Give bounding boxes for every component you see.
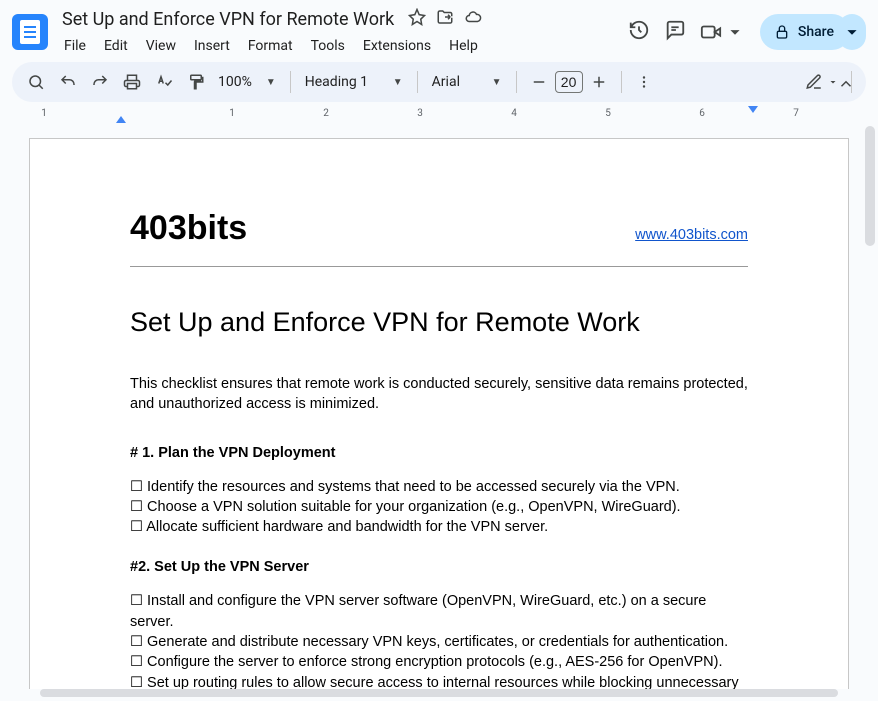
menu-help[interactable]: Help [441, 34, 486, 58]
comments-icon[interactable] [664, 19, 686, 45]
increase-font-icon[interactable] [585, 68, 613, 96]
ruler-mark: 1 [41, 108, 47, 119]
share-button[interactable]: Share [760, 14, 850, 50]
document-scroll-area[interactable]: 403bits www.403bits.com Set Up and Enfor… [0, 126, 878, 689]
ruler-mark: 4 [511, 108, 517, 119]
docs-logo-icon[interactable] [12, 14, 48, 50]
horizontal-rule [130, 266, 748, 267]
move-icon[interactable] [436, 8, 454, 30]
checklist-item: Identify the resources and systems that … [130, 477, 748, 497]
paragraph-style-select[interactable]: Heading 1 [299, 74, 383, 90]
horizontal-scrollbar[interactable] [40, 689, 838, 697]
print-icon[interactable] [118, 68, 146, 96]
menu-tools[interactable]: Tools [303, 34, 353, 58]
checklist-item: Allocate sufficient hardware and bandwid… [130, 517, 748, 537]
share-dropdown[interactable] [838, 14, 866, 50]
title-actions [408, 8, 482, 30]
spellcheck-icon[interactable] [150, 68, 178, 96]
chevron-down-icon[interactable]: ▼ [387, 77, 409, 88]
toolbar: 100% ▼ Heading 1 ▼ Arial ▼ [12, 62, 866, 102]
intro-paragraph: This checklist ensures that remote work … [130, 374, 748, 415]
left-indent-marker[interactable] [116, 116, 126, 123]
zoom-select[interactable]: 100% [214, 74, 256, 90]
share-label: Share [798, 24, 834, 40]
ruler-mark: 3 [417, 108, 423, 119]
chevron-down-icon[interactable]: ▼ [486, 77, 508, 88]
scrollbar-thumb[interactable] [865, 126, 875, 246]
section-heading: # 1. Plan the VPN Deployment [130, 445, 748, 461]
menu-file[interactable]: File [56, 34, 94, 58]
document-page[interactable]: 403bits www.403bits.com Set Up and Enfor… [29, 138, 849, 689]
chevron-down-icon[interactable]: ▼ [260, 77, 282, 88]
horizontal-ruler[interactable]: 1 1 2 3 4 5 6 7 [12, 106, 866, 124]
ruler-mark: 6 [699, 108, 705, 119]
menubar: File Edit View Insert Format Tools Exten… [56, 34, 486, 58]
cloud-status-icon[interactable] [464, 8, 482, 30]
undo-icon[interactable] [54, 68, 82, 96]
titlebar: Set Up and Enforce VPN for Remote Work F… [0, 0, 878, 56]
ruler-mark: 7 [793, 108, 799, 119]
star-icon[interactable] [408, 8, 426, 30]
ruler-mark: 5 [605, 108, 611, 119]
menu-edit[interactable]: Edit [96, 34, 136, 58]
checklist-item: Choose a VPN solution suitable for your … [130, 497, 748, 517]
more-tools-icon[interactable] [630, 68, 658, 96]
paint-format-icon[interactable] [182, 68, 210, 96]
search-menus-icon[interactable] [22, 68, 50, 96]
meet-button[interactable] [700, 21, 746, 43]
menu-view[interactable]: View [138, 34, 184, 58]
menu-format[interactable]: Format [240, 34, 301, 58]
doc-title[interactable]: Set Up and Enforce VPN for Remote Work [56, 7, 400, 32]
menu-insert[interactable]: Insert [186, 34, 238, 58]
collapse-toolbar-button[interactable] [830, 68, 862, 100]
redo-icon[interactable] [86, 68, 114, 96]
right-indent-marker[interactable] [748, 106, 758, 113]
font-size-input[interactable] [555, 71, 583, 93]
vertical-scrollbar[interactable] [864, 126, 876, 687]
font-size-control [525, 68, 613, 96]
brand-url-link[interactable]: www.403bits.com [635, 227, 748, 243]
font-family-select[interactable]: Arial [426, 74, 482, 90]
history-icon[interactable] [628, 19, 650, 45]
checklist-item: Generate and distribute necessary VPN ke… [130, 632, 748, 652]
decrease-font-icon[interactable] [525, 68, 553, 96]
section-heading: #2. Set Up the VPN Server [130, 559, 748, 575]
ruler-mark: 2 [323, 108, 329, 119]
ruler-mark: 1 [229, 108, 235, 119]
checklist-item: Install and configure the VPN server sof… [130, 591, 748, 632]
checklist-item: Set up routing rules to allow secure acc… [130, 673, 748, 689]
checklist-item: Configure the server to enforce strong e… [130, 652, 748, 672]
page-title: Set Up and Enforce VPN for Remote Work [130, 307, 748, 338]
menu-extensions[interactable]: Extensions [355, 34, 439, 58]
header-right-actions: Share [628, 14, 866, 50]
brand-heading: 403bits [130, 209, 247, 248]
